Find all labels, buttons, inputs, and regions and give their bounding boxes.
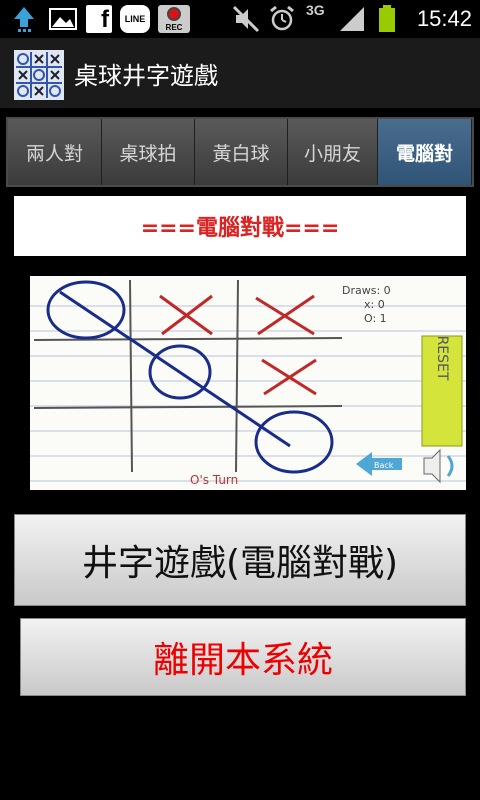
tab-bar: 兩人對 桌球拍 黃白球 小朋友 電腦對: [6, 117, 474, 187]
tab-ball[interactable]: 黃白球: [195, 119, 288, 185]
status-bar: f LINE REC 3G 15:42: [0, 0, 480, 38]
draws-label: Draws: 0: [342, 284, 391, 297]
action-bar: [0, 38, 480, 108]
tab-paddle[interactable]: 桌球拍: [102, 119, 195, 185]
alarm-icon: [270, 5, 294, 31]
rec-label: REC: [165, 23, 183, 32]
tab-label: 桌球拍: [119, 142, 177, 165]
tab-label: 兩人對: [25, 142, 83, 165]
start-game-label: 井字遊戲(電腦對戰): [81, 543, 399, 584]
turn-label: O's Turn: [190, 473, 238, 487]
exit-label: 離開本系統: [152, 640, 333, 681]
app-tictactoe-icon: [14, 50, 64, 100]
rec-dot-icon: [167, 7, 181, 21]
o-score-label: O: 1: [364, 312, 387, 325]
clock: 15:42: [416, 6, 472, 31]
signal-icon: [340, 7, 364, 31]
game-preview-image: Draws: 0 x: 0 O: 1 RESET Back O's Turn: [30, 276, 466, 490]
app-title: 桌球井字遊戲: [74, 62, 218, 90]
mode-banner: ===電腦對戰===: [14, 196, 466, 256]
back-label: Back: [374, 461, 394, 470]
tab-label: 小朋友: [303, 142, 361, 165]
tab-label: 電腦對: [395, 142, 453, 165]
banner-text: ===電腦對戰===: [140, 216, 340, 241]
gallery-icon: [49, 8, 77, 30]
mute-icon: [232, 5, 260, 33]
tab-computer[interactable]: 電腦對: [378, 119, 472, 185]
facebook-icon: f: [86, 5, 112, 33]
tictactoe-board-image: Draws: 0 x: 0 O: 1 RESET Back O's Turn: [30, 276, 466, 490]
exit-button[interactable]: 離開本系統: [20, 618, 466, 696]
x-score-label: x: 0: [364, 298, 385, 311]
reset-label: RESET: [434, 336, 450, 381]
network-type-label: 3G: [306, 2, 325, 18]
battery-icon: [379, 5, 395, 32]
tab-kids[interactable]: 小朋友: [288, 119, 378, 185]
tab-two-player[interactable]: 兩人對: [8, 119, 102, 185]
start-game-button[interactable]: 井字遊戲(電腦對戰): [14, 514, 466, 606]
upload-icon: [14, 7, 34, 32]
rec-icon: REC: [158, 5, 190, 33]
line-icon: LINE: [120, 5, 150, 33]
tab-label: 黃白球: [212, 142, 270, 165]
